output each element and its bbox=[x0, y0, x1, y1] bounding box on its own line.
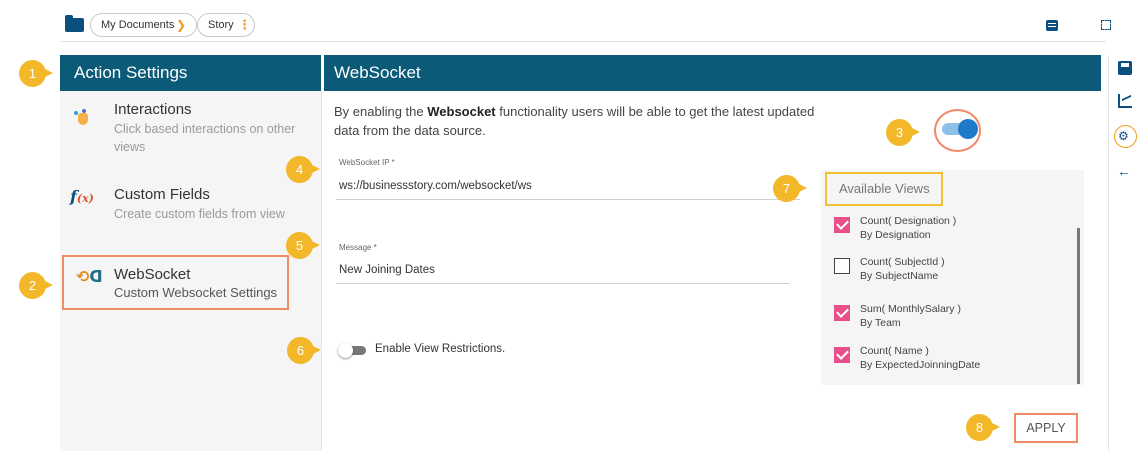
save-icon[interactable] bbox=[1118, 61, 1132, 75]
callout-marker: 8 bbox=[966, 414, 1003, 441]
breadcrumb-story[interactable]: Story ⋮ bbox=[197, 13, 255, 37]
websocket-title: WebSocket bbox=[324, 55, 1101, 91]
view-by: By SubjectName bbox=[860, 270, 939, 282]
websocket-description: By enabling the Websocket functionality … bbox=[334, 104, 815, 138]
sidebar-item-title: WebSocket bbox=[114, 266, 191, 283]
sidebar-item-title: Interactions bbox=[114, 101, 192, 118]
view-by: By Designation bbox=[860, 229, 931, 241]
callout-marker: 4 bbox=[286, 156, 323, 183]
websocket-icon: ⟲ᗡ bbox=[76, 267, 103, 286]
websocket-ip-label: WebSocket IP * bbox=[339, 158, 395, 167]
view-name: Count( Name ) bbox=[860, 345, 929, 357]
view-by: By Team bbox=[860, 317, 901, 329]
sidebar-item-custom-fields[interactable]: f(x) Custom Fields Create custom fields … bbox=[60, 183, 321, 233]
input-underline bbox=[336, 199, 800, 200]
message-input[interactable]: New Joining Dates bbox=[339, 264, 435, 276]
view-name: Count( Designation ) bbox=[860, 215, 957, 227]
interaction-hand-icon bbox=[74, 109, 90, 125]
sidebar-item-interactions[interactable]: Interactions Click based interactions on… bbox=[60, 99, 321, 169]
apply-button[interactable]: APPLY bbox=[1014, 413, 1078, 443]
arrow-left-icon[interactable]: ← bbox=[1117, 164, 1131, 178]
sidebar-item-desc: Create custom fields from view bbox=[114, 207, 285, 221]
callout-marker: 5 bbox=[286, 232, 323, 259]
message-label: Message * bbox=[339, 243, 377, 252]
callout-marker: 1 bbox=[19, 60, 56, 87]
folder-icon[interactable] bbox=[65, 15, 84, 32]
view-by: By ExpectedJoinningDate bbox=[860, 359, 981, 371]
action-settings-panel: Action Settings Interactions Click based… bbox=[60, 55, 321, 451]
callout-marker: 2 bbox=[19, 272, 56, 299]
callout-marker: 7 bbox=[773, 175, 810, 202]
sidebar-item-title: Custom Fields bbox=[114, 186, 210, 203]
right-toolbar bbox=[1108, 55, 1139, 451]
line-chart-icon[interactable] bbox=[1118, 94, 1132, 108]
breadcrumb-label: My Documents bbox=[101, 19, 175, 31]
view-name: Sum( MonthlySalary ) bbox=[860, 303, 961, 315]
divider bbox=[321, 91, 322, 451]
action-settings-title: Action Settings bbox=[60, 55, 321, 91]
breadcrumb-label: Story bbox=[208, 19, 234, 31]
sidebar-item-desc: Custom Websocket Settings bbox=[114, 285, 278, 300]
view-restrictions-label: Enable View Restrictions. bbox=[375, 343, 506, 355]
view-checkbox[interactable] bbox=[834, 217, 850, 233]
callout-marker: 6 bbox=[287, 337, 324, 364]
callout-marker: 3 bbox=[886, 119, 923, 146]
breadcrumb-my-documents[interactable]: My Documents ❯ bbox=[90, 13, 197, 37]
fullscreen-icon[interactable] bbox=[1101, 20, 1111, 30]
sidebar-item-desc: Click based interactions on other views bbox=[114, 122, 296, 154]
websocket-ip-input[interactable]: ws://businessstory.com/websocket/ws bbox=[339, 180, 532, 192]
views-scrollbar[interactable] bbox=[1077, 228, 1080, 384]
view-checkbox[interactable] bbox=[834, 258, 850, 274]
gear-icon[interactable]: ⚙ bbox=[1118, 130, 1129, 143]
function-fx-icon: f(x) bbox=[70, 187, 94, 206]
sidebar-item-websocket[interactable]: ⟲ᗡ WebSocket Custom Websocket Settings bbox=[62, 255, 289, 310]
chevron-right-icon: ❯ bbox=[176, 18, 187, 32]
websocket-enable-toggle[interactable] bbox=[942, 118, 978, 140]
available-views-title: Available Views bbox=[825, 172, 943, 206]
view-checkbox[interactable] bbox=[834, 347, 850, 363]
comment-icon[interactable] bbox=[1046, 20, 1058, 31]
view-name: Count( SubjectId ) bbox=[860, 256, 945, 268]
divider bbox=[60, 41, 1106, 42]
view-restrictions-toggle[interactable] bbox=[338, 343, 366, 358]
view-checkbox[interactable] bbox=[834, 305, 850, 321]
top-bar: My Documents ❯ Story ⋮ bbox=[60, 12, 1139, 42]
input-underline bbox=[336, 283, 790, 284]
kebab-menu-icon[interactable]: ⋮ bbox=[238, 14, 251, 36]
